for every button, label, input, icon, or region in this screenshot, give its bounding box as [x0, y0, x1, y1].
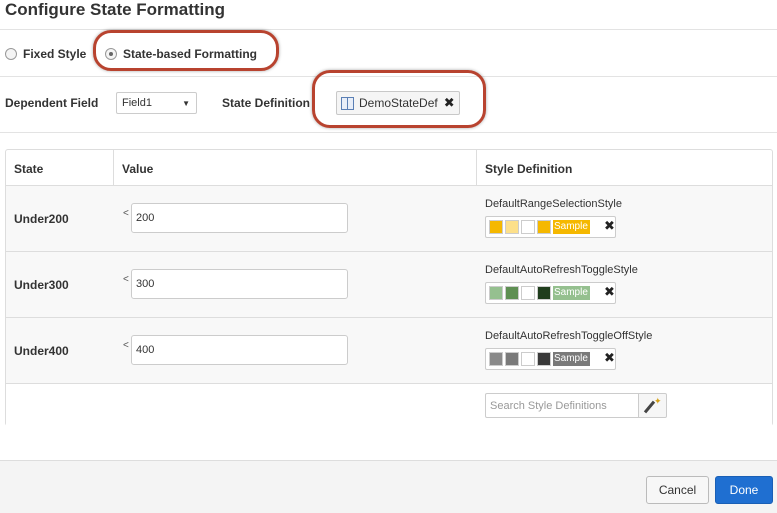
magic-wand-button[interactable]: ✦ [638, 393, 667, 418]
color-swatch [521, 286, 535, 300]
fixed-style-label: Fixed Style [23, 47, 87, 61]
color-swatch [537, 352, 551, 366]
value-input[interactable]: 300 [131, 269, 348, 299]
table-row-new: Search Style Definitions ✦ [6, 384, 772, 426]
color-swatch [537, 220, 551, 234]
cancel-button[interactable]: Cancel [646, 476, 709, 504]
table-row: Under400 < 400 DefaultAutoRefreshToggleO… [6, 318, 772, 384]
table-row: Under200 < 200 DefaultRangeSelectionStyl… [6, 186, 772, 252]
color-swatch [489, 286, 503, 300]
highlight-ring [93, 30, 279, 71]
state-definition-label: State Definition [222, 96, 311, 110]
state-name: Under300 [14, 278, 69, 292]
sample-preview: Sample [553, 220, 590, 234]
close-icon[interactable]: ✖ [604, 284, 615, 300]
fixed-style-radio[interactable]: Fixed Style [5, 47, 86, 61]
table-header: State Value Style Definition [6, 150, 772, 186]
table-row: Under300 < 300 DefaultAutoRefreshToggleS… [6, 252, 772, 318]
value-column-header: Value [122, 162, 154, 176]
color-swatch [505, 220, 519, 234]
color-swatch [489, 220, 503, 234]
operator-label: < [123, 340, 129, 351]
chevron-down-icon: ▼ [182, 99, 190, 108]
highlight-ring [312, 70, 486, 128]
color-swatch [521, 220, 535, 234]
color-swatch [505, 286, 519, 300]
color-swatch [505, 352, 519, 366]
dependent-field-label: Dependent Field [5, 96, 99, 110]
state-name: Under200 [14, 212, 69, 226]
fields-divider [0, 132, 777, 133]
value-input[interactable]: 400 [131, 335, 348, 365]
operator-label: < [123, 274, 129, 285]
style-swatch[interactable]: Sample [485, 348, 616, 370]
style-definition-name: DefaultAutoRefreshToggleStyle [485, 264, 638, 276]
style-search-input[interactable]: Search Style Definitions [485, 393, 639, 418]
dialog-title: Configure State Formatting [5, 0, 226, 19]
sample-preview: Sample [553, 286, 590, 300]
radio-icon[interactable] [5, 48, 17, 60]
dialog-footer: Cancel Done [0, 460, 777, 513]
dependent-field-select[interactable]: Field1 ▼ [116, 92, 197, 114]
sparkle-icon: ✦ [654, 396, 662, 406]
style-swatch[interactable]: Sample [485, 216, 616, 238]
color-swatch [537, 286, 551, 300]
color-swatch [521, 352, 535, 366]
operator-label: < [123, 208, 129, 219]
style-swatch[interactable]: Sample [485, 282, 616, 304]
color-swatch [489, 352, 503, 366]
sample-preview: Sample [553, 352, 590, 366]
states-table: State Value Style Definition Under200 < … [5, 149, 773, 426]
style-definition-name: DefaultRangeSelectionStyle [485, 198, 622, 210]
value-input[interactable]: 200 [131, 203, 348, 233]
state-name: Under400 [14, 344, 69, 358]
state-column-header: State [14, 162, 44, 176]
close-icon[interactable]: ✖ [604, 218, 615, 234]
close-icon[interactable]: ✖ [604, 350, 615, 366]
style-column-header: Style Definition [485, 162, 573, 176]
style-definition-name: DefaultAutoRefreshToggleOffStyle [485, 330, 653, 342]
done-button[interactable]: Done [715, 476, 773, 504]
dependent-field-value: Field1 [122, 97, 152, 109]
